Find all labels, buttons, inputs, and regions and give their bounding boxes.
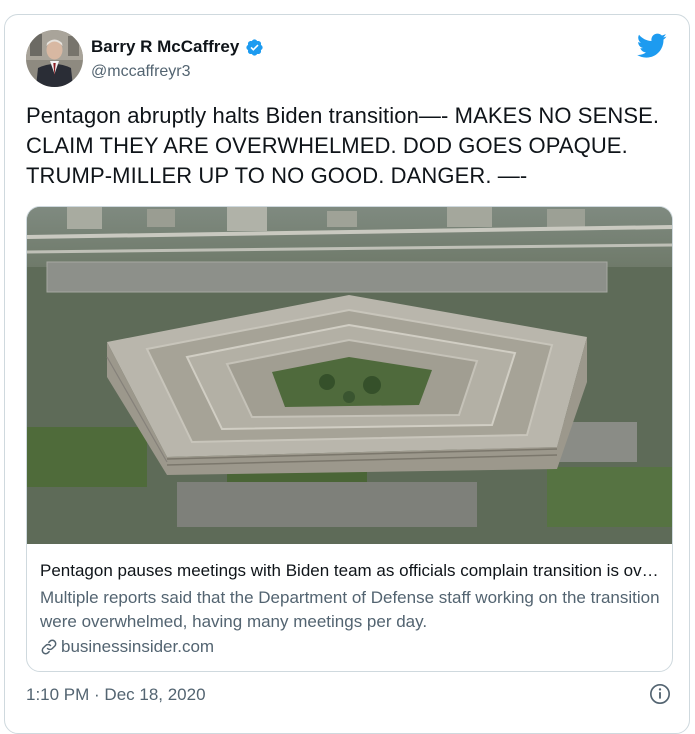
- link-card-domain-row[interactable]: businessinsider.com: [40, 637, 214, 657]
- tweet-text: Pentagon abruptly halts Biden transition…: [26, 103, 660, 188]
- link-card-title[interactable]: Pentagon pauses meetings with Biden team…: [40, 561, 662, 581]
- author-avatar[interactable]: [26, 30, 83, 87]
- link-preview-card[interactable]: Pentagon pauses meetings with Biden team…: [26, 206, 673, 672]
- tweet-card[interactable]: Barry R McCaffrey @mccaffreyr3 Pentagon …: [4, 14, 690, 734]
- link-card-domain[interactable]: businessinsider.com: [61, 637, 214, 657]
- link-card-description: Multiple reports said that the Departmen…: [40, 588, 660, 631]
- link-icon: [40, 638, 58, 656]
- avatar-photo: [26, 30, 83, 87]
- tweet-timestamp[interactable]: 1:10 PM · Dec 18, 2020: [26, 685, 206, 705]
- author-display-name[interactable]: Barry R McCaffrey: [91, 37, 239, 57]
- verified-badge-icon: [245, 38, 264, 57]
- author-name-row[interactable]: Barry R McCaffrey: [91, 37, 264, 57]
- info-icon[interactable]: [649, 683, 671, 705]
- author-handle[interactable]: @mccaffreyr3: [91, 63, 191, 81]
- twitter-bird-icon[interactable]: [636, 33, 667, 59]
- pentagon-aerial-photo[interactable]: [27, 207, 672, 544]
